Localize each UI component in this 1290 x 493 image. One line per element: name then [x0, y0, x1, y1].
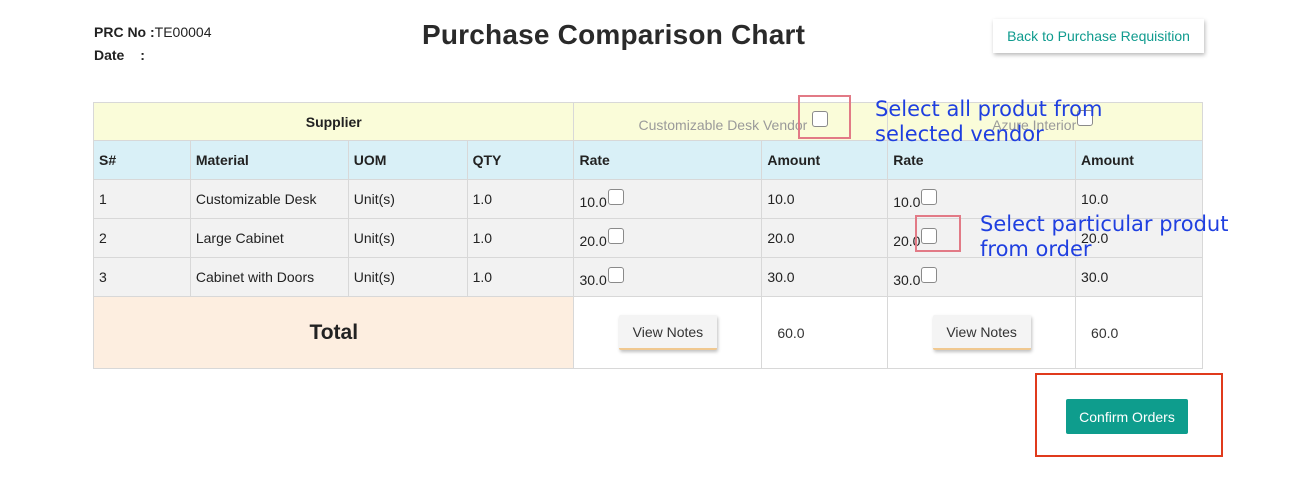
row-qty: 1.0: [466, 218, 575, 258]
row-amount-vendor-2: 30.0: [1075, 257, 1203, 297]
vendor-1-header: Customizable Desk Vendor: [573, 102, 889, 141]
row-rate-vendor-2: 20.0: [893, 232, 921, 249]
row-select-vendor-1-checkbox[interactable]: [607, 266, 624, 283]
row-select-vendor-2-checkbox[interactable]: [921, 188, 938, 205]
row-material: Customizable Desk: [189, 179, 349, 219]
row-rate-vendor-2: 10.0: [893, 193, 921, 210]
vendor-2-select-all-checkbox[interactable]: [1077, 110, 1094, 126]
row-material: Cabinet with Doors: [189, 257, 349, 297]
vendor-1-total: 60.0: [761, 296, 889, 369]
row-rate-vendor-2-cell: 20.0: [887, 218, 1077, 258]
row-amount-vendor-1: 30.0: [761, 257, 889, 297]
prc-number-value: TE00004: [154, 24, 212, 40]
row-uom: Unit(s): [347, 179, 468, 219]
confirm-orders-button[interactable]: Confirm Orders: [1066, 399, 1188, 434]
table-row: 1 Customizable Desk Unit(s) 1.0 10.0 10.…: [93, 179, 1203, 219]
col-amount-vendor-1: Amount: [761, 140, 889, 180]
row-rate-vendor-2-cell: 10.0: [887, 179, 1077, 219]
prc-meta: PRC No :TE00004 Date :: [94, 21, 212, 67]
back-to-requisition-button[interactable]: Back to Purchase Requisition: [993, 19, 1204, 53]
vendor-1-notes-cell: View Notes: [573, 296, 763, 369]
row-rate-vendor-1: 20.0: [579, 232, 607, 249]
col-rate-vendor-2: Rate: [887, 140, 1077, 180]
row-uom: Unit(s): [347, 218, 468, 258]
col-rate-vendor-1: Rate: [573, 140, 763, 180]
vendor-2-notes-cell: View Notes: [887, 296, 1077, 369]
col-material: Material: [189, 140, 349, 180]
row-qty: 1.0: [466, 179, 575, 219]
row-rate-vendor-1-cell: 20.0: [573, 218, 763, 258]
column-header-row: S# Material UOM QTY Rate Amount Rate Amo…: [93, 140, 1203, 180]
row-material: Large Cabinet: [189, 218, 349, 258]
row-qty: 1.0: [466, 257, 575, 297]
row-amount-vendor-1: 20.0: [761, 218, 889, 258]
table-row: 2 Large Cabinet Unit(s) 1.0 20.0 20.0 20…: [93, 218, 1203, 258]
col-sno: S#: [93, 140, 191, 180]
prc-number-label: PRC No :: [94, 24, 155, 40]
table-row: 3 Cabinet with Doors Unit(s) 1.0 30.0 30…: [93, 257, 1203, 297]
row-amount-vendor-1: 10.0: [761, 179, 889, 219]
col-uom: UOM: [347, 140, 468, 180]
view-notes-vendor-1-button[interactable]: View Notes: [618, 315, 717, 350]
vendor-1-name: Customizable Desk Vendor: [638, 116, 808, 133]
vendor-2-total: 60.0: [1075, 296, 1203, 369]
supplier-label: Supplier: [92, 102, 575, 141]
row-rate-vendor-1: 10.0: [579, 193, 607, 210]
prc-number-line: PRC No :TE00004: [94, 21, 212, 44]
row-sno: 3: [93, 257, 191, 297]
total-row: Total View Notes 60.0 View Notes 60.0: [92, 296, 1203, 369]
date-label: Date: [94, 47, 125, 63]
vendor-1-select-all-checkbox[interactable]: [812, 110, 829, 127]
page-title: Purchase Comparison Chart: [422, 19, 806, 50]
row-rate-vendor-1-cell: 30.0: [573, 257, 763, 297]
row-rate-vendor-1-cell: 10.0: [573, 179, 763, 219]
row-rate-vendor-1: 30.0: [579, 271, 607, 288]
row-rate-vendor-2-cell: 30.0: [887, 257, 1077, 297]
row-amount-vendor-2: 10.0: [1075, 179, 1203, 219]
row-select-vendor-1-checkbox[interactable]: [607, 227, 624, 244]
row-select-vendor-2-checkbox[interactable]: [921, 227, 938, 244]
comparison-table: Supplier Customizable Desk Vendor Azure …: [92, 102, 1203, 369]
row-select-vendor-2-checkbox[interactable]: [921, 266, 938, 283]
row-rate-vendor-2: 30.0: [893, 271, 921, 288]
date-line: Date :: [94, 44, 212, 67]
vendor-2-header: Azure Interior: [887, 102, 1203, 141]
date-separator: :: [140, 47, 145, 63]
total-label: Total: [92, 296, 575, 369]
row-sno: 1: [93, 179, 191, 219]
vendor-2-name: Azure Interior: [992, 117, 1077, 133]
row-uom: Unit(s): [347, 257, 468, 297]
row-select-vendor-1-checkbox[interactable]: [607, 188, 624, 205]
view-notes-vendor-2-button[interactable]: View Notes: [932, 315, 1031, 350]
row-amount-vendor-2: 20.0: [1075, 218, 1203, 258]
supplier-row: Supplier Customizable Desk Vendor Azure …: [92, 102, 1203, 141]
col-amount-vendor-2: Amount: [1075, 140, 1203, 180]
row-sno: 2: [93, 218, 191, 258]
col-qty: QTY: [466, 140, 575, 180]
